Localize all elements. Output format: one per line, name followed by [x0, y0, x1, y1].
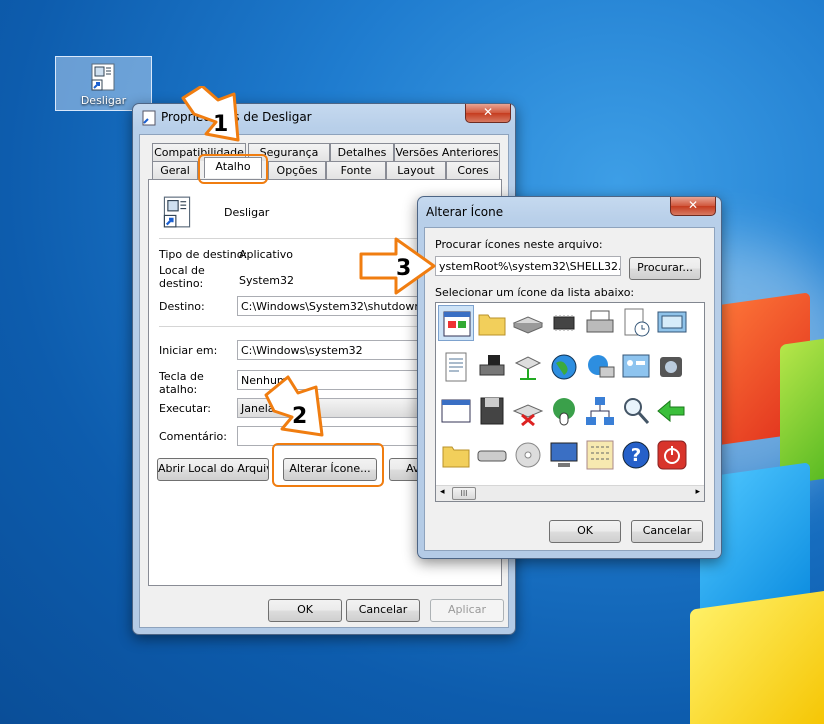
- window-icon[interactable]: [438, 393, 474, 429]
- apply-button[interactable]: Aplicar: [430, 599, 504, 622]
- tab-opcoes[interactable]: Opções: [268, 161, 326, 179]
- icon-file-field[interactable]: ystemRoot%\system32\SHELL32.dll: [435, 256, 621, 276]
- floppy-save-icon[interactable]: [474, 393, 510, 429]
- tab-geral[interactable]: Geral: [152, 161, 198, 179]
- network-icon[interactable]: [582, 393, 618, 429]
- ok-button[interactable]: OK: [268, 599, 342, 622]
- scroll-right-icon[interactable]: ▸: [695, 487, 700, 497]
- target-location-value: System32: [239, 274, 295, 287]
- control-panel-icon[interactable]: [618, 349, 654, 385]
- cancel-button[interactable]: Cancelar: [346, 599, 420, 622]
- floppy-drive-icon[interactable]: [474, 349, 510, 385]
- search-file-label: Procurar ícones neste arquivo:: [435, 238, 603, 251]
- start-in-label: Iniciar em:: [159, 344, 218, 357]
- shortcut-name: Desligar: [224, 206, 270, 219]
- step3-number: 3: [396, 256, 412, 281]
- shortcut-arrow-icon[interactable]: [690, 349, 704, 385]
- open-file-location-button[interactable]: Abrir Local do Arquivo: [157, 458, 269, 481]
- tab-atalho-highlight: [198, 154, 268, 184]
- keyboard-icon[interactable]: [582, 437, 618, 473]
- partial-icon[interactable]: [690, 393, 704, 429]
- partial-icon[interactable]: [690, 305, 704, 341]
- comment-label: Comentário:: [159, 430, 227, 443]
- document-icon[interactable]: [438, 349, 474, 385]
- change-icon-dialog: Alterar Ícone ✕ Procurar ícones neste ar…: [417, 196, 722, 559]
- select-icon-label: Selecionar um ícone da lista abaixo:: [435, 286, 635, 299]
- scrollbar-thumb[interactable]: III: [452, 487, 476, 500]
- shortcut-key-label: Tecla de atalho:: [159, 370, 204, 396]
- svg-text:?: ?: [631, 445, 641, 466]
- folder-icon[interactable]: [474, 305, 510, 341]
- disconnected-drive-icon[interactable]: [510, 393, 546, 429]
- green-arrow-icon[interactable]: [654, 393, 690, 429]
- computer-icon[interactable]: [546, 437, 582, 473]
- globe-icon[interactable]: [546, 349, 582, 385]
- network-globe-icon[interactable]: [582, 349, 618, 385]
- target-label: Destino:: [159, 300, 205, 313]
- target-type-label: Tipo de destino:: [159, 248, 248, 261]
- change-icon-highlight: [272, 443, 384, 487]
- horizontal-scrollbar[interactable]: ◂ III ▸: [436, 485, 704, 501]
- drive-icon[interactable]: [510, 305, 546, 341]
- target-location-label: Local de destino:: [159, 264, 205, 290]
- windows-flag-yellow: [690, 590, 824, 724]
- tab-cores[interactable]: Cores: [446, 161, 500, 179]
- cd-icon[interactable]: [510, 437, 546, 473]
- close-button[interactable]: ✕: [465, 104, 511, 123]
- tab-versoes-anteriores[interactable]: Versões Anteriores: [394, 143, 500, 161]
- icon-ok-button[interactable]: OK: [549, 520, 621, 543]
- chip-icon[interactable]: [546, 305, 582, 341]
- cd-drive-icon[interactable]: [654, 349, 690, 385]
- magnifier-icon[interactable]: [618, 393, 654, 429]
- clock-document-icon[interactable]: [618, 305, 654, 341]
- tab-detalhes[interactable]: Detalhes: [330, 143, 394, 161]
- change-icon-client: Procurar ícones neste arquivo: ystemRoot…: [424, 227, 715, 551]
- network-drive-icon[interactable]: [510, 349, 546, 385]
- step2-number: 2: [292, 404, 308, 429]
- run-label: Executar:: [159, 402, 211, 415]
- dialog-title: Alterar Ícone: [426, 205, 504, 219]
- hard-disk-icon[interactable]: [474, 437, 510, 473]
- browse-button[interactable]: Procurar...: [629, 257, 701, 280]
- shortcut-document-icon: [91, 63, 115, 91]
- tab-fonte[interactable]: Fonte: [326, 161, 386, 179]
- shortcut-file-icon: [163, 196, 191, 228]
- target-type-value: Aplicativo: [239, 248, 294, 261]
- icon-cancel-button[interactable]: Cancelar: [631, 520, 703, 543]
- help-icon[interactable]: ?: [618, 437, 654, 473]
- mouse-globe-icon[interactable]: [546, 393, 582, 429]
- partial-icon[interactable]: [690, 437, 704, 473]
- step1-number: 1: [213, 112, 229, 137]
- display-icon[interactable]: [654, 305, 690, 341]
- folder-icon[interactable]: [438, 437, 474, 473]
- application-window-icon[interactable]: [438, 305, 474, 341]
- tab-layout[interactable]: Layout: [386, 161, 446, 179]
- icon-list[interactable]: ? ◂ III ▸: [435, 302, 705, 502]
- window-shortcut-icon: [142, 110, 156, 126]
- scroll-left-icon[interactable]: ◂: [440, 487, 445, 497]
- close-button[interactable]: ✕: [670, 197, 716, 216]
- shutdown-icon[interactable]: [654, 437, 690, 473]
- printer-icon[interactable]: [582, 305, 618, 341]
